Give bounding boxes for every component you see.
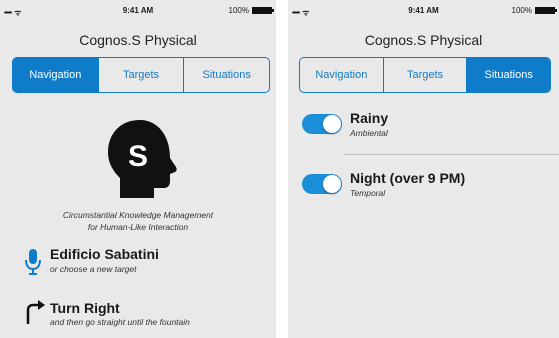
- tab-bar: Navigation Targets Situations: [12, 57, 270, 93]
- toggle-knob: [323, 175, 341, 193]
- tagline-line-2: for Human-Like Interaction: [87, 222, 189, 232]
- status-bar: ••••• ᯤ 9:41 AM 100%: [0, 0, 276, 22]
- head-logo-icon: S: [108, 120, 177, 198]
- situation-row-night: Night (over 9 PM) Temporal: [288, 170, 559, 210]
- tab-bar: Navigation Targets Situations: [299, 57, 551, 93]
- battery-percent: 100%: [228, 6, 249, 15]
- rainy-toggle[interactable]: [302, 114, 342, 134]
- turn-right-arrow-icon: [26, 300, 45, 324]
- phone-screen-situations: ••••• ᯤ 9:41 AM 100% Cognos.S Physical Na…: [288, 0, 559, 338]
- tab-situations[interactable]: Situations: [467, 58, 550, 92]
- tagline: Circumstantial Knowledge Management for …: [0, 209, 276, 233]
- night-toggle[interactable]: [302, 174, 342, 194]
- battery-icon: [252, 7, 274, 14]
- phone-screen-navigation: ••••• ᯤ 9:41 AM 100% Cognos.S Physical Na…: [0, 0, 276, 338]
- app-title: Cognos.S Physical: [79, 32, 197, 48]
- battery-percent: 100%: [511, 6, 532, 15]
- microphone-icon[interactable]: [24, 248, 42, 276]
- battery-icon: [535, 7, 557, 14]
- tab-navigation[interactable]: Navigation: [300, 58, 384, 92]
- divider: [344, 154, 559, 155]
- battery-indicator: 100%: [511, 6, 557, 15]
- situation-row-rainy: Rainy Ambiental: [288, 110, 559, 150]
- direction-title: Turn Right: [50, 300, 120, 316]
- situation-title: Rainy: [350, 110, 389, 126]
- tab-situations[interactable]: Situations: [184, 58, 269, 92]
- logo-letter: S: [128, 140, 148, 173]
- status-bar: ••••• ᯤ 9:41 AM 100%: [288, 0, 559, 22]
- target-title: Edificio Sabatini: [50, 246, 159, 262]
- toggle-knob: [323, 115, 341, 133]
- battery-indicator: 100%: [228, 6, 274, 15]
- tagline-line-1: Circumstantial Knowledge Management: [62, 210, 214, 220]
- situation-category: Ambiental: [350, 128, 388, 138]
- direction-subtitle: and then go straight until the fountain: [50, 317, 190, 327]
- app-title: Cognos.S Physical: [364, 32, 483, 48]
- situation-category: Temporal: [350, 188, 386, 198]
- target-subtitle[interactable]: or choose a new target: [50, 264, 136, 274]
- tab-targets[interactable]: Targets: [99, 58, 185, 92]
- tab-targets[interactable]: Targets: [384, 58, 468, 92]
- situation-title: Night (over 9 PM): [350, 170, 466, 186]
- tab-navigation[interactable]: Navigation: [13, 58, 99, 92]
